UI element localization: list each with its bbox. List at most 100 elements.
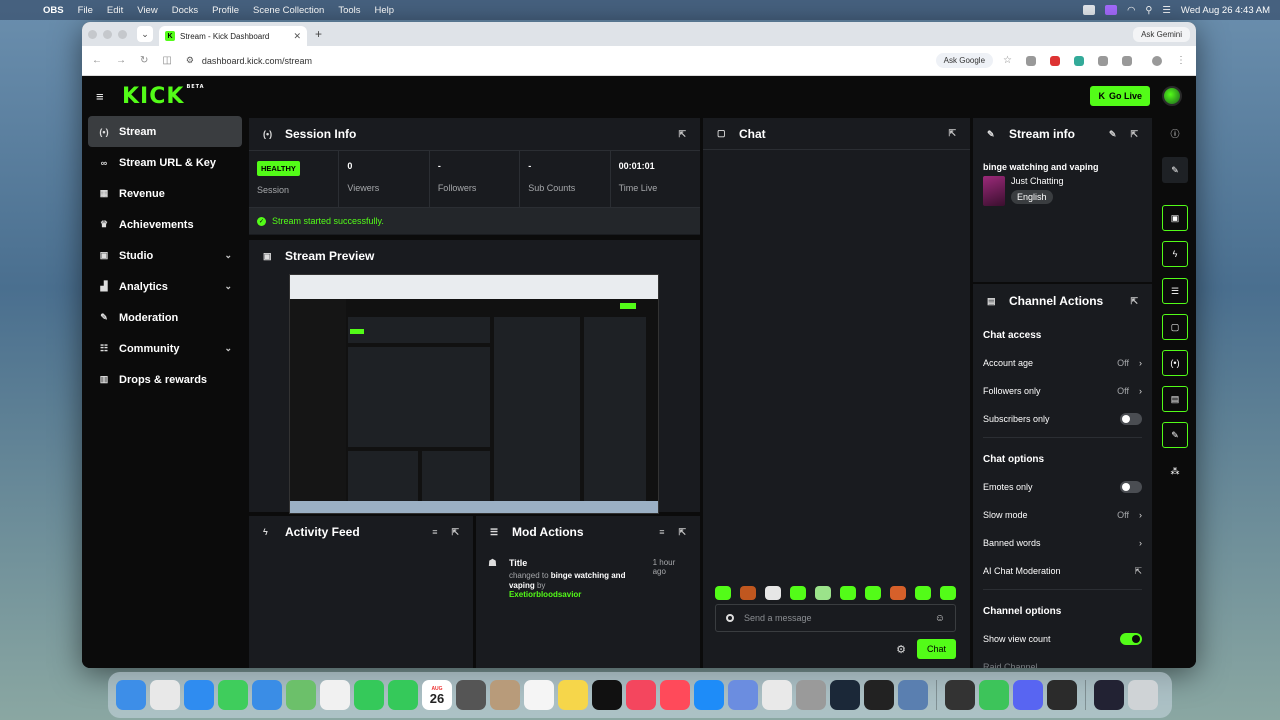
launchpad-icon[interactable] bbox=[150, 680, 180, 710]
contacts-icon[interactable] bbox=[490, 680, 520, 710]
emote-icon[interactable] bbox=[940, 586, 956, 600]
sidebar-item-achievements[interactable]: ♛ Achievements bbox=[88, 209, 242, 240]
menu-edit[interactable]: Edit bbox=[107, 5, 123, 16]
address-bar[interactable]: dashboard.kick.com/stream bbox=[202, 56, 312, 66]
emoji-icon[interactable]: ☺ bbox=[935, 613, 945, 624]
followers-only-row[interactable]: Followers only Off › bbox=[973, 377, 1152, 405]
reminders-icon[interactable] bbox=[524, 680, 554, 710]
chat-input[interactable]: Send a message ☺ bbox=[715, 604, 956, 632]
stream-preview-video[interactable] bbox=[289, 274, 659, 514]
chrome-icon[interactable] bbox=[762, 680, 792, 710]
kick-logo[interactable]: KICK BETA bbox=[122, 84, 205, 109]
forward-icon[interactable]: → bbox=[116, 55, 126, 66]
profile-icon[interactable] bbox=[1152, 55, 1162, 66]
trash-icon[interactable] bbox=[1128, 680, 1158, 710]
filter-icon[interactable]: ≡ bbox=[659, 527, 664, 537]
edit-icon[interactable]: ✎ bbox=[1162, 157, 1188, 183]
bookmark-star-icon[interactable]: ☆ bbox=[1003, 55, 1012, 66]
slow-mode-row[interactable]: Slow mode Off › bbox=[973, 501, 1152, 529]
app-icon[interactable] bbox=[945, 680, 975, 710]
info-icon[interactable]: ⓘ bbox=[1162, 120, 1188, 146]
notes-icon[interactable] bbox=[558, 680, 588, 710]
extension-icon[interactable] bbox=[1074, 55, 1084, 66]
user-avatar[interactable] bbox=[1162, 86, 1182, 106]
menu-docks[interactable]: Docks bbox=[172, 5, 198, 16]
menubar-clock[interactable]: Wed Aug 26 4:43 AM bbox=[1181, 5, 1270, 16]
menu-file[interactable]: File bbox=[78, 5, 93, 16]
chevron-down-icon[interactable]: ⌄ bbox=[224, 343, 232, 354]
channel-actions-icon[interactable]: ▤ bbox=[1162, 386, 1188, 412]
app-store-icon[interactable] bbox=[694, 680, 724, 710]
wifi-icon[interactable]: ◠ bbox=[1127, 5, 1135, 16]
menu-profile[interactable]: Profile bbox=[212, 5, 239, 16]
lightning-icon[interactable]: ϟ bbox=[1162, 241, 1188, 267]
raid-channel-row[interactable]: Raid Channel bbox=[973, 653, 1152, 668]
steam-icon[interactable] bbox=[830, 680, 860, 710]
messages-icon[interactable] bbox=[218, 680, 248, 710]
show-view-count-toggle[interactable] bbox=[1120, 633, 1142, 645]
extensions-puzzle-icon[interactable] bbox=[1122, 55, 1132, 66]
obs-icon[interactable] bbox=[1047, 680, 1077, 710]
go-live-button[interactable]: K Go Live bbox=[1090, 86, 1150, 106]
hamburger-menu-icon[interactable]: ≡ bbox=[96, 89, 116, 104]
widgets-icon[interactable]: ⁂ bbox=[1162, 458, 1188, 484]
emote-icon[interactable] bbox=[865, 586, 881, 600]
menu-app-name[interactable]: OBS bbox=[43, 5, 64, 16]
ask-gemini-button[interactable]: Ask Gemini bbox=[1133, 26, 1190, 42]
popout-icon[interactable]: ⇱ bbox=[678, 527, 686, 538]
phone-icon[interactable] bbox=[388, 680, 418, 710]
popout-icon[interactable]: ⇱ bbox=[678, 129, 686, 140]
menu-view[interactable]: View bbox=[137, 5, 157, 16]
list-icon[interactable]: ☰ bbox=[1162, 278, 1188, 304]
filter-icon[interactable]: ≡ bbox=[432, 527, 437, 537]
popout-icon[interactable]: ⇱ bbox=[451, 527, 459, 538]
popout-icon[interactable]: ⇱ bbox=[1130, 129, 1138, 140]
ai-chat-moderation-row[interactable]: AI Chat Moderation ⇱ bbox=[973, 557, 1152, 585]
chat-send-button[interactable]: Chat bbox=[916, 639, 956, 659]
menu-scene-collection[interactable]: Scene Collection bbox=[253, 5, 324, 16]
facetime-icon[interactable] bbox=[354, 680, 384, 710]
sidepanel-icon[interactable]: ◫ bbox=[162, 55, 171, 66]
calendar-icon[interactable]: AUG 26 bbox=[422, 680, 452, 710]
activity-monitor-icon[interactable] bbox=[864, 680, 894, 710]
sidebar-item-stream[interactable]: (•) Stream bbox=[88, 116, 242, 147]
app-icon[interactable] bbox=[979, 680, 1009, 710]
chevron-down-icon[interactable]: ⌄ bbox=[224, 281, 232, 292]
edit-icon[interactable]: ✎ bbox=[1109, 129, 1117, 140]
close-window-button[interactable] bbox=[88, 29, 97, 39]
extension-icon[interactable] bbox=[1098, 55, 1108, 66]
sidebar-item-community[interactable]: ☷ Community ⌄ bbox=[88, 333, 242, 364]
maps-icon[interactable] bbox=[286, 680, 316, 710]
new-tab-button[interactable]: + bbox=[315, 27, 322, 41]
chevron-down-icon[interactable]: ⌄ bbox=[224, 250, 232, 261]
system-settings-icon[interactable] bbox=[796, 680, 826, 710]
extension-icon[interactable] bbox=[1050, 55, 1060, 66]
browser-tab-kick[interactable]: K Stream - Kick Dashboard ✕ bbox=[159, 26, 307, 46]
mod-action-user[interactable]: Exetiorbloodsavior bbox=[509, 590, 581, 599]
minimize-window-button[interactable] bbox=[103, 29, 112, 39]
back-icon[interactable]: ← bbox=[92, 55, 102, 66]
close-tab-icon[interactable]: ✕ bbox=[293, 31, 301, 42]
photos-icon[interactable] bbox=[320, 680, 350, 710]
emote-icon[interactable] bbox=[890, 586, 906, 600]
subscribers-only-toggle[interactable] bbox=[1120, 413, 1142, 425]
rocket-icon[interactable] bbox=[660, 680, 690, 710]
mail-icon[interactable] bbox=[252, 680, 282, 710]
preview-toggle-icon[interactable]: ▣ bbox=[1162, 205, 1188, 231]
downloads-icon[interactable] bbox=[1094, 680, 1124, 710]
account-age-row[interactable]: Account age Off › bbox=[973, 349, 1152, 377]
screen-record-icon[interactable] bbox=[1105, 5, 1118, 15]
finder-icon[interactable] bbox=[116, 680, 146, 710]
site-info-icon[interactable]: ⚙ bbox=[186, 55, 194, 66]
reload-icon[interactable]: ↻ bbox=[140, 55, 148, 66]
music-icon[interactable] bbox=[626, 680, 656, 710]
popout-icon[interactable]: ⇱ bbox=[1130, 296, 1138, 307]
banned-words-row[interactable]: Banned words › bbox=[973, 529, 1152, 557]
ask-google-button[interactable]: Ask Google bbox=[935, 53, 994, 68]
emote-icon[interactable] bbox=[765, 586, 781, 600]
search-icon[interactable]: ⚲ bbox=[1145, 5, 1152, 16]
emote-icon[interactable] bbox=[790, 586, 806, 600]
menu-tools[interactable]: Tools bbox=[338, 5, 360, 16]
chat-settings-icon[interactable]: ⚙ bbox=[896, 643, 906, 656]
sidebar-item-stream-url-key[interactable]: ∞ Stream URL & Key bbox=[88, 147, 242, 178]
